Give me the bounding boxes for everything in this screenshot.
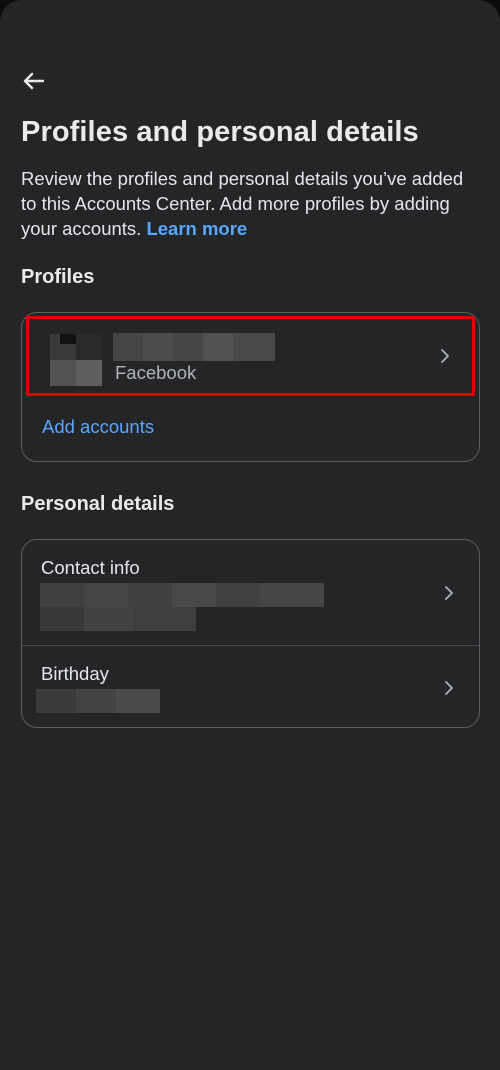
contact-info-row[interactable]: Contact info <box>22 540 479 645</box>
contact-info-label: Contact info <box>41 557 140 578</box>
profile-name-redacted <box>113 333 275 361</box>
profile-account-type: Facebook <box>115 362 197 383</box>
add-accounts-link[interactable]: Add accounts <box>42 416 154 438</box>
chevron-right-icon <box>438 346 452 366</box>
profile-row-facebook[interactable]: Facebook <box>28 319 473 391</box>
personal-details-section-title: Personal details <box>21 493 175 515</box>
personal-details-card: Contact info Birthday <box>21 539 480 728</box>
learn-more-link[interactable]: Learn more <box>146 218 247 239</box>
chevron-right-icon <box>442 583 456 603</box>
birthday-label: Birthday <box>41 663 109 684</box>
back-button[interactable] <box>18 66 48 96</box>
birthday-row[interactable]: Birthday <box>22 646 479 727</box>
profiles-card: Facebook Add accounts <box>21 312 480 462</box>
profile-avatar-redacted <box>50 334 102 386</box>
arrow-left-icon <box>23 72 44 90</box>
accounts-center-sheet: Profiles and personal details Review the… <box>0 0 500 1070</box>
page-description: Review the profiles and personal details… <box>21 166 481 241</box>
page-title: Profiles and personal details <box>21 116 419 148</box>
profiles-section-title: Profiles <box>21 266 95 288</box>
chevron-right-icon <box>442 678 456 698</box>
